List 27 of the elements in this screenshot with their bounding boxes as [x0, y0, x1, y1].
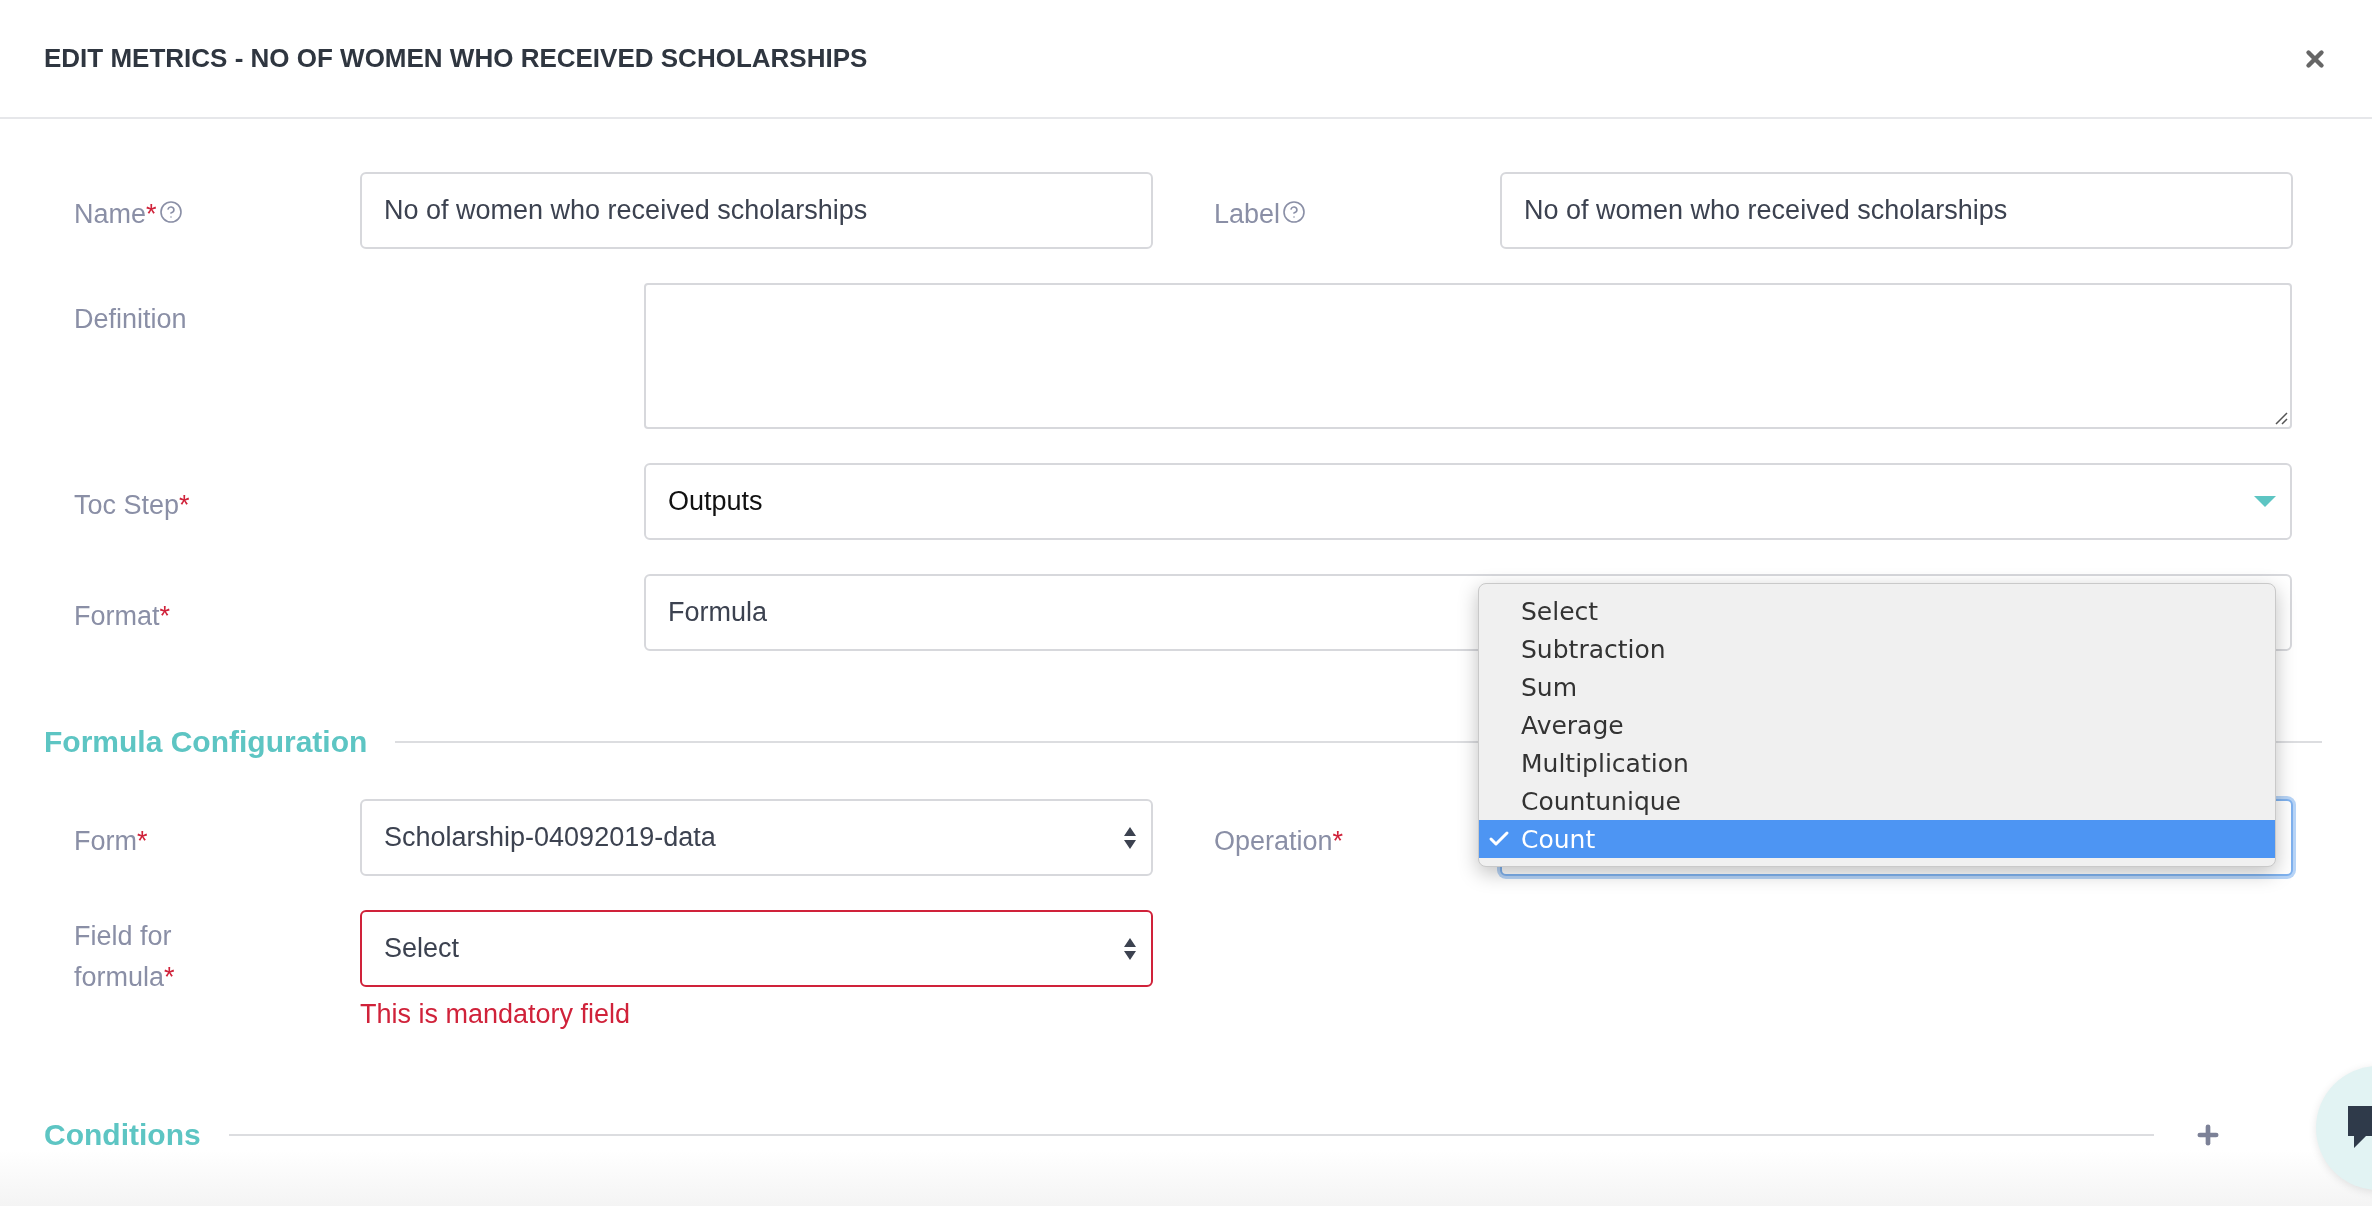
dropdown-field[interactable]: Outputs	[644, 463, 2292, 540]
field-label: Field for formula*	[74, 920, 176, 994]
menu-option[interactable]: Average	[1479, 706, 2275, 744]
caret-down-icon	[2254, 495, 2276, 508]
field-label: Label	[1214, 172, 1394, 235]
field-label: Format*	[74, 600, 172, 633]
up-down-arrows-icon	[1123, 936, 1137, 961]
section-heading: Formula Configuration	[44, 725, 368, 759]
field-label: Form*	[74, 825, 149, 858]
error-message: This is mandatory field	[360, 999, 632, 1030]
section-heading: Conditions	[44, 1118, 201, 1152]
select-field[interactable]: Select	[360, 910, 1153, 987]
menu-option[interactable]: Countunique	[1479, 782, 2275, 820]
text-field[interactable]: No of women who received scholarships	[360, 172, 1153, 249]
menu-option[interactable]: Multiplication	[1479, 744, 2275, 782]
text-field[interactable]: No of women who received scholarships	[1500, 172, 2293, 249]
field-label: Name*	[74, 172, 254, 235]
help-icon[interactable]	[158, 200, 183, 224]
field-label: Toc Step*	[74, 489, 191, 522]
select-field[interactable]: Scholarship-04092019-data	[360, 799, 1153, 876]
help-icon[interactable]	[1282, 200, 1307, 224]
up-down-arrows-icon	[1123, 825, 1137, 850]
menu-option[interactable]: Sum	[1479, 668, 2275, 706]
field-label: Operation*	[1214, 825, 1345, 858]
menu-option[interactable]: Select	[1479, 592, 2275, 630]
modal-title: EDIT METRICS - NO OF WOMEN WHO RECEIVED SCHOLARSHIPS	[44, 43, 868, 74]
field-label: Definition	[74, 303, 188, 336]
